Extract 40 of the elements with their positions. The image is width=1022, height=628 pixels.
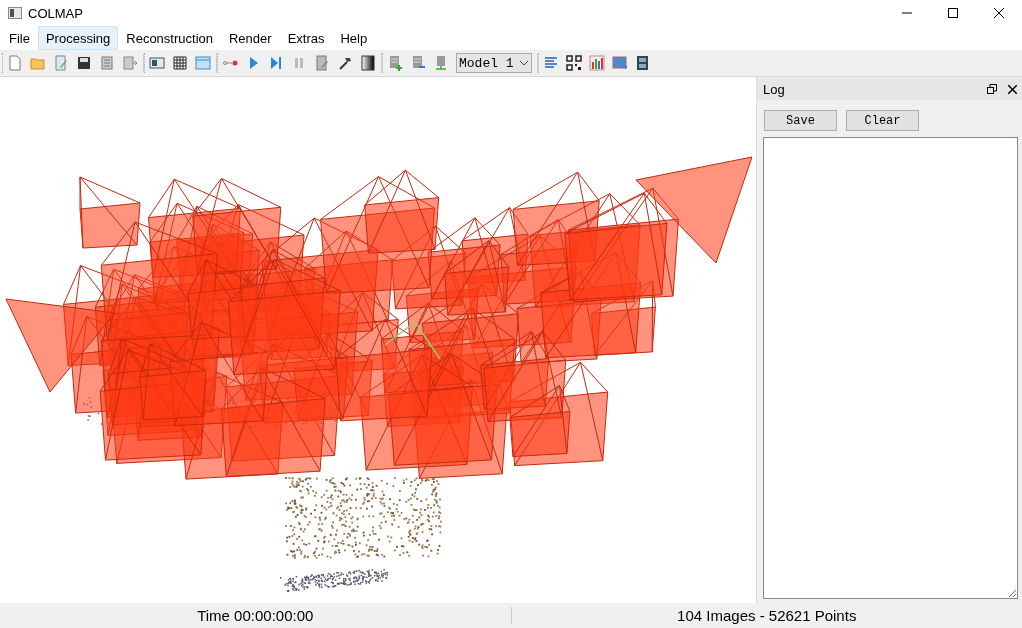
gradient-icon[interactable] <box>360 55 376 71</box>
bar-chart-icon[interactable] <box>589 55 605 71</box>
menu-item[interactable]: File <box>1 26 38 50</box>
undock-icon <box>987 84 997 94</box>
window-icon[interactable] <box>149 55 165 71</box>
window-title: COLMAP <box>28 5 84 21</box>
server-add-icon[interactable] <box>387 55 403 71</box>
new-file-icon[interactable] <box>7 55 23 71</box>
maximize-icon <box>948 8 958 18</box>
close-icon <box>994 8 1004 18</box>
close-icon <box>1007 84 1017 94</box>
menu-item[interactable]: Render <box>221 26 280 50</box>
menu-item[interactable]: Help <box>332 26 376 50</box>
qr-code-icon[interactable] <box>566 55 582 71</box>
caret-icon <box>519 60 529 66</box>
text-lines-icon[interactable] <box>543 55 559 71</box>
menu-item[interactable]: Extras <box>279 26 333 50</box>
save-icon[interactable] <box>76 55 92 71</box>
server-export-icon[interactable] <box>410 55 426 71</box>
menu-item[interactable]: Processing <box>37 26 119 50</box>
elapsed-time: Time 00:00:00:00 <box>197 607 314 624</box>
server-network-icon[interactable] <box>433 55 449 71</box>
save-button[interactable]: Save <box>764 110 837 131</box>
edit-file-icon[interactable] <box>53 55 69 71</box>
menu-item[interactable]: Reconstruction <box>118 26 221 50</box>
document-icon[interactable] <box>314 55 330 71</box>
reconstruction-summary: 104 Images - 52621 Points <box>677 607 857 624</box>
folder-icon[interactable] <box>30 55 46 71</box>
export-icon[interactable] <box>122 55 138 71</box>
grid-icon[interactable] <box>172 55 188 71</box>
screen-icon[interactable] <box>612 55 628 71</box>
app-icon <box>8 7 22 19</box>
film-icon[interactable] <box>635 55 651 71</box>
panel-title: Log <box>763 81 786 97</box>
model-dropdown[interactable]: Model 1 <box>456 53 532 73</box>
table-icon[interactable] <box>195 55 211 71</box>
clear-button[interactable]: Clear <box>846 110 919 131</box>
import-icon[interactable] <box>99 55 115 71</box>
hammer-icon[interactable] <box>337 55 353 71</box>
step-icon[interactable] <box>268 55 284 71</box>
